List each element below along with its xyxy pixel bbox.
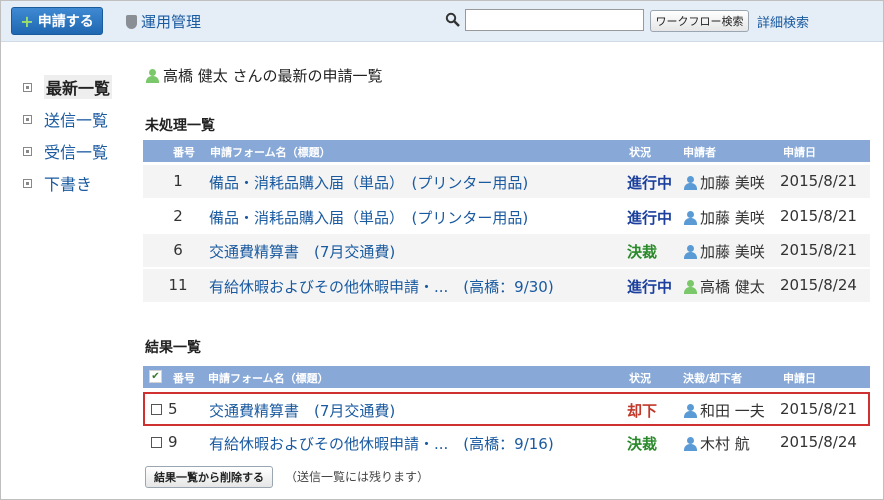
user-icon xyxy=(145,68,159,83)
row-num: 1 xyxy=(173,172,183,190)
status-badge: 進行中 xyxy=(627,174,673,192)
bullet-icon xyxy=(23,178,32,188)
applicant: 加藤 美咲 xyxy=(683,172,765,193)
form-link[interactable]: 有給休暇およびその他休暇申請・... (高橋：9/30) xyxy=(209,276,554,297)
col-applicant[interactable]: 申請者 xyxy=(683,144,716,160)
user-icon xyxy=(683,244,697,259)
date: 2015/8/21 xyxy=(780,241,857,259)
sidebar-item-drafts[interactable]: 下書き xyxy=(23,167,112,199)
applicant: 加藤 美咲 xyxy=(683,241,765,262)
applicant: 高橋 健太 xyxy=(683,276,765,297)
table-row[interactable]: 9 有給休暇およびその他休暇申請・... (高橋：9/16) 決裁 木村 航 2… xyxy=(143,426,870,459)
col-decider[interactable]: 決裁/却下者 xyxy=(683,370,742,386)
date: 2015/8/24 xyxy=(780,276,857,294)
col-num: 番号 xyxy=(173,146,195,159)
form-link[interactable]: 交通費精算書 (7月交通費) xyxy=(209,241,395,262)
form-link[interactable]: 備品・消耗品購入届（単品） (プリンター用品) xyxy=(209,207,528,228)
results-section-title: 結果一覧 xyxy=(145,340,201,356)
col-date[interactable]: 申請日 xyxy=(783,370,816,386)
user-icon xyxy=(683,403,697,418)
results-table-header: ✔ 番号 申請フォーム名（標題） 状況 決裁/却下者 申請日 xyxy=(143,366,870,388)
admin-link[interactable]: 運用管理 xyxy=(126,11,201,32)
row-num: 6 xyxy=(173,241,183,259)
sidebar: 最新一覧 送信一覧 受信一覧 下書き xyxy=(23,71,113,199)
bullet-icon xyxy=(23,146,32,156)
pending-table-header: 番号 申請フォーム名（標題） 状況 申請者 申請日 xyxy=(143,140,870,162)
workflow-search-button[interactable]: ワークフロー検索 xyxy=(650,10,749,32)
top-toolbar: + 申請する 運用管理 ワークフロー検索 詳細検索 xyxy=(1,1,883,42)
user-icon xyxy=(683,175,697,190)
date: 2015/8/24 xyxy=(780,433,857,451)
bullet-icon xyxy=(23,82,32,92)
advanced-search-link[interactable]: 詳細検索 xyxy=(757,12,809,31)
col-status[interactable]: 状況 xyxy=(629,144,651,160)
decider: 和田 一夫 xyxy=(683,400,765,421)
status-badge: 進行中 xyxy=(627,209,673,227)
row-num: 2 xyxy=(173,207,183,225)
sidebar-item-label: 最新一覧 xyxy=(44,75,113,99)
status-badge: 進行中 xyxy=(627,278,673,296)
sidebar-item-latest[interactable]: 最新一覧 xyxy=(23,71,113,103)
user-icon xyxy=(683,210,697,225)
apply-button-label: 申請する xyxy=(37,14,94,30)
table-row[interactable]: 1 備品・消耗品購入届（単品） (プリンター用品) 進行中 加藤 美咲 2015… xyxy=(143,165,870,198)
date: 2015/8/21 xyxy=(780,400,857,418)
sidebar-item-sent[interactable]: 送信一覧 xyxy=(23,103,112,135)
decider-name: 和田 一夫 xyxy=(700,402,765,420)
applicant-name: 加藤 美咲 xyxy=(700,243,765,261)
table-row[interactable]: 11 有給休暇およびその他休暇申請・... (高橋：9/30) 進行中 高橋 健… xyxy=(143,269,870,302)
checkbox[interactable] xyxy=(151,437,162,448)
decider-name: 木村 航 xyxy=(700,435,750,453)
col-form[interactable]: 申請フォーム名（標題） xyxy=(210,144,331,160)
page-title-text: 高橋 健太 さんの最新の申請一覧 xyxy=(163,67,383,85)
pending-section-title: 未処理一覧 xyxy=(145,118,215,134)
delete-from-results-button[interactable]: 結果一覧から削除する xyxy=(145,466,273,488)
sidebar-item-label[interactable]: 受信一覧 xyxy=(44,139,108,163)
status-badge: 決裁 xyxy=(627,243,658,261)
table-row[interactable]: 5 交通費精算書 (7月交通費) 却下 和田 一夫 2015/8/21 xyxy=(143,392,870,426)
row-checkbox[interactable]: 9 xyxy=(151,433,178,451)
applicant: 加藤 美咲 xyxy=(683,207,765,228)
row-num: 5 xyxy=(168,400,178,418)
page-title: 高橋 健太 さんの最新の申請一覧 xyxy=(145,65,383,86)
form-link[interactable]: 備品・消耗品購入届（単品） (プリンター用品) xyxy=(209,172,528,193)
sidebar-item-received[interactable]: 受信一覧 xyxy=(23,135,112,167)
delete-note: （送信一覧には残ります） xyxy=(285,470,430,484)
shield-icon xyxy=(126,14,137,29)
status-badge: 決裁 xyxy=(627,435,658,453)
user-icon xyxy=(683,436,697,451)
col-status[interactable]: 状況 xyxy=(629,370,651,386)
applicant-name: 加藤 美咲 xyxy=(700,174,765,192)
row-checkbox[interactable]: 5 xyxy=(151,400,178,418)
admin-link-label: 運用管理 xyxy=(141,13,202,31)
status-badge: 却下 xyxy=(627,402,658,420)
col-date[interactable]: 申請日 xyxy=(783,144,816,160)
col-num: 番号 xyxy=(173,372,195,385)
row-num: 11 xyxy=(168,276,188,294)
checkbox[interactable] xyxy=(151,404,162,415)
user-icon xyxy=(683,279,697,294)
row-num: 9 xyxy=(168,433,178,451)
table-row[interactable]: 6 交通費精算書 (7月交通費) 決裁 加藤 美咲 2015/8/21 xyxy=(143,234,870,267)
form-link[interactable]: 有給休暇およびその他休暇申請・... (高橋：9/16) xyxy=(209,433,554,454)
bullet-icon xyxy=(23,114,32,124)
sidebar-item-label[interactable]: 下書き xyxy=(44,171,92,195)
decider: 木村 航 xyxy=(683,433,750,454)
search-input[interactable] xyxy=(465,9,644,31)
applicant-name: 加藤 美咲 xyxy=(700,209,765,227)
col-form[interactable]: 申請フォーム名（標題） xyxy=(208,370,329,386)
date: 2015/8/21 xyxy=(780,172,857,190)
search-icon xyxy=(445,12,460,27)
sidebar-item-label[interactable]: 送信一覧 xyxy=(44,107,108,131)
form-link[interactable]: 交通費精算書 (7月交通費) xyxy=(209,400,395,421)
apply-button[interactable]: + 申請する xyxy=(11,7,103,35)
plus-icon: + xyxy=(20,11,34,31)
applicant-name: 高橋 健太 xyxy=(700,278,765,296)
date: 2015/8/21 xyxy=(780,207,857,225)
table-row[interactable]: 2 備品・消耗品購入届（単品） (プリンター用品) 進行中 加藤 美咲 2015… xyxy=(143,200,870,233)
select-all-checkbox[interactable]: ✔ xyxy=(149,370,162,383)
